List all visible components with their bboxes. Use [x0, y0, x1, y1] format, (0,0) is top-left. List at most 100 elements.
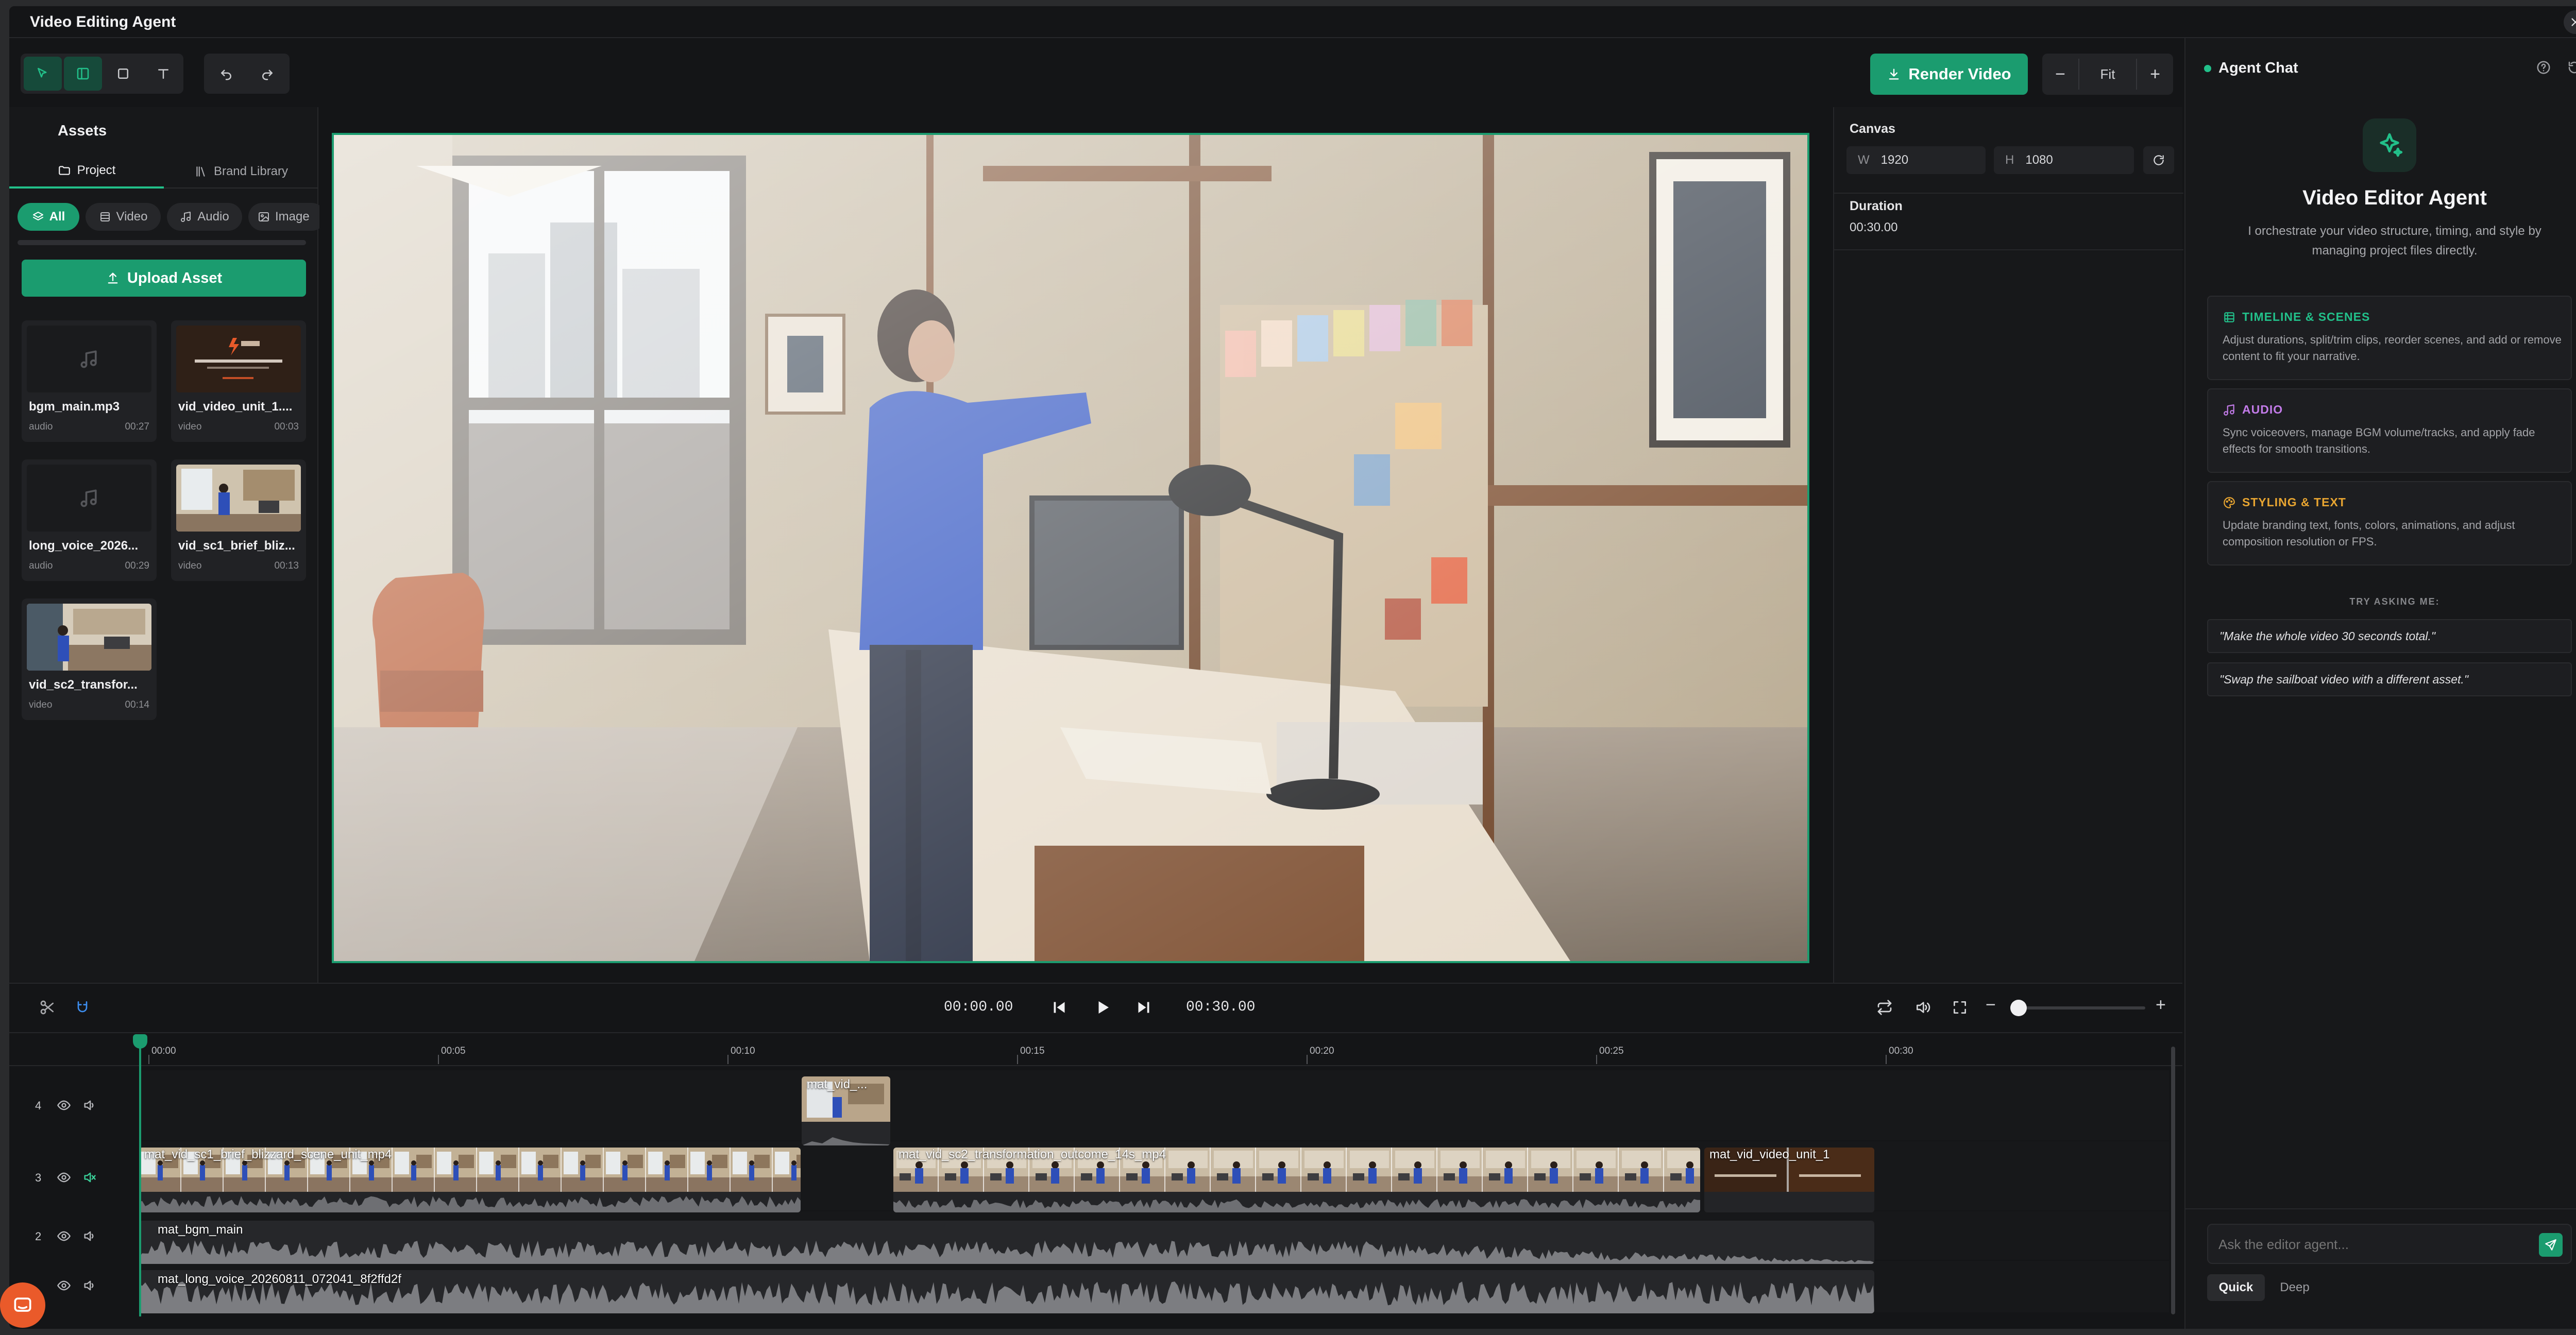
audio-waveform-bgm — [139, 1240, 1874, 1264]
rectangle-tool-button[interactable] — [104, 57, 142, 91]
suggestion-chip[interactable]: "Swap the sailboat video with a differen… — [2207, 662, 2572, 696]
redo-button[interactable] — [248, 57, 286, 91]
history-group — [204, 54, 290, 94]
clip-label: mat_bgm_main — [158, 1223, 243, 1237]
video-preview[interactable] — [332, 133, 1809, 963]
skip-back-button[interactable] — [1050, 998, 1069, 1017]
text-tool-button[interactable] — [144, 57, 182, 91]
track-mute-toggle[interactable] — [82, 1170, 97, 1185]
timeline-zoom-slider[interactable] — [2010, 1000, 2145, 1016]
track-visibility-toggle[interactable] — [57, 1229, 71, 1243]
suggestion-chip[interactable]: "Make the whole video 30 seconds total." — [2207, 619, 2572, 653]
snap-toggle[interactable] — [74, 999, 91, 1016]
track-visibility-toggle[interactable] — [57, 1098, 71, 1112]
zoom-fit-button[interactable]: Fit — [2079, 54, 2136, 95]
timeline-clip[interactable]: mat_vid_sc2_transformation_outcome_14s_m… — [893, 1148, 1700, 1212]
feature-title: TIMELINE & SCENES — [2223, 310, 2370, 324]
asset-name: vid_video_unit_1.... — [178, 400, 293, 414]
help-button[interactable] — [2536, 60, 2551, 75]
filter-audio[interactable]: Audio — [167, 203, 242, 231]
canvas-width-field[interactable]: W 1920 — [1846, 146, 1986, 174]
track-lane-4 — [139, 1070, 2169, 1140]
asset-name: long_voice_2026... — [29, 539, 139, 553]
asset-card[interactable]: long_voice_2026... audio 00:29 — [22, 459, 157, 581]
zoom-out-button[interactable]: − — [2042, 54, 2078, 95]
eye-icon — [57, 1172, 71, 1183]
reset-chat-button[interactable] — [2567, 60, 2576, 75]
try-asking-label: TRY ASKING ME: — [2349, 596, 2440, 607]
timeline-zoom-in[interactable]: + — [2156, 995, 2166, 1015]
skip-forward-icon — [1138, 1002, 1149, 1013]
slider-knob[interactable] — [2010, 1000, 2027, 1016]
panel-tool-button[interactable] — [64, 57, 102, 91]
timeline-zoom-out[interactable]: − — [1986, 995, 1996, 1015]
app-window: Video Editing Agent Render Video − Fit +… — [9, 6, 2576, 1329]
reset-canvas-button[interactable] — [2143, 146, 2174, 174]
text-icon — [158, 69, 168, 79]
track-mute-toggle[interactable] — [82, 1229, 97, 1243]
asset-thumbnail — [27, 465, 151, 532]
filter-video[interactable]: Video — [86, 203, 161, 231]
chat-input[interactable] — [2218, 1232, 2528, 1257]
support-chat-button[interactable] — [0, 1282, 45, 1328]
select-tool-button[interactable] — [24, 57, 62, 91]
repeat-icon — [1877, 1000, 1892, 1015]
time-ruler[interactable]: 00:00 00:05 00:10 00:15 00:20 00:25 00:3… — [138, 1034, 2178, 1065]
filter-scrollbar[interactable] — [18, 240, 306, 245]
canvas-label: Canvas — [1850, 122, 1895, 136]
volume-button[interactable] — [1914, 999, 1931, 1016]
timeline-clip[interactable]: mat_vid_video_unit_1 — [1704, 1148, 1874, 1212]
feature-title-text: AUDIO — [2242, 403, 2283, 416]
playhead-line[interactable] — [139, 1038, 141, 1316]
properties-panel: Canvas W 1920 H 1080 Duration 00:30.00 — [1833, 107, 2183, 983]
tab-brand-library[interactable]: Brand Library — [164, 155, 318, 189]
track-mute-toggle[interactable] — [82, 1278, 97, 1293]
refresh-icon — [2154, 155, 2164, 165]
ruler-tick — [438, 1055, 439, 1064]
filter-image[interactable]: Image — [248, 203, 326, 231]
asset-duration: 00:27 — [125, 421, 149, 432]
ruler-tick — [1017, 1055, 1018, 1064]
send-icon — [2545, 1239, 2556, 1251]
undo-button[interactable] — [207, 57, 245, 91]
fullscreen-button[interactable] — [1952, 999, 1968, 1016]
track-visibility-toggle[interactable] — [57, 1278, 71, 1293]
asset-duration: 00:14 — [125, 699, 149, 710]
film-icon — [100, 212, 110, 221]
canvas-height-field[interactable]: H 1080 — [1994, 146, 2134, 174]
play-button[interactable] — [1093, 998, 1112, 1017]
tab-project-label: Project — [77, 163, 116, 177]
loop-button[interactable] — [1876, 999, 1893, 1016]
transport-bar: 00:00.00 00:30.00 − + — [9, 983, 2182, 1033]
asset-name: bgm_main.mp3 — [29, 400, 120, 414]
mode-deep[interactable]: Deep — [2269, 1274, 2320, 1301]
asset-card[interactable]: bgm_main.mp3 audio 00:27 — [22, 320, 157, 442]
filter-all[interactable]: All — [18, 203, 79, 231]
asset-duration: 00:03 — [274, 421, 299, 432]
upload-asset-button[interactable]: Upload Asset — [22, 260, 306, 297]
timeline-clip[interactable]: mat_vid_sc1_brief_blizzard_scene_unit_mp… — [139, 1148, 801, 1212]
asset-card[interactable]: vid_video_unit_1.... video 00:03 — [171, 320, 306, 442]
track-mute-toggle[interactable] — [82, 1098, 97, 1112]
video-thumbnail-image — [176, 326, 301, 392]
close-button[interactable] — [2564, 10, 2576, 34]
track-visibility-toggle[interactable] — [57, 1170, 71, 1185]
ruler-tick — [1307, 1055, 1308, 1064]
asset-card[interactable]: vid_sc2_transfor... video 00:14 — [22, 598, 157, 720]
asset-card[interactable]: vid_sc1_brief_bliz... video 00:13 — [171, 459, 306, 581]
track-header-4: 4 — [9, 1070, 139, 1141]
cut-tool-button[interactable] — [39, 999, 56, 1016]
render-video-label: Render Video — [1908, 65, 2011, 83]
tab-project[interactable]: Project — [9, 155, 164, 189]
timeline-clip[interactable]: mat_bgm_main — [139, 1221, 1874, 1264]
render-video-button[interactable]: Render Video — [1870, 54, 2028, 95]
mode-quick[interactable]: Quick — [2207, 1274, 2265, 1301]
asset-type: video — [178, 560, 202, 571]
film-icon — [2224, 312, 2234, 322]
timeline-vertical-scrollbar[interactable] — [2171, 1047, 2175, 1314]
zoom-in-button[interactable]: + — [2137, 54, 2173, 95]
skip-forward-button[interactable] — [1134, 998, 1153, 1017]
timeline-clip[interactable]: mat_long_voice_20260811_072041_8f2ffd2f — [139, 1270, 1874, 1313]
send-button[interactable] — [2539, 1233, 2563, 1257]
timeline-clip[interactable]: mat_vid_... — [802, 1076, 890, 1145]
